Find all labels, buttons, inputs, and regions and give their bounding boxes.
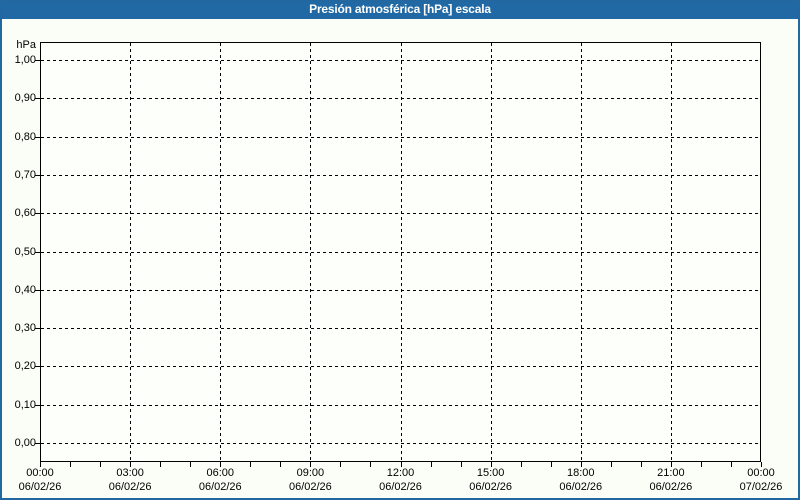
x-axis-date-label: 06/02/26 (456, 481, 526, 493)
x-axis-date-label: 07/02/26 (726, 481, 796, 493)
y-axis-tick-label: 0,00 (0, 437, 36, 449)
x-axis-date-label: 06/02/26 (95, 481, 165, 493)
x-axis-time-label: 09:00 (275, 467, 345, 479)
y-axis-unit-label: hPa (0, 39, 36, 51)
v-gridline (671, 43, 672, 461)
x-axis-time-label: 21:00 (636, 467, 706, 479)
x-axis-time-label: 00:00 (726, 467, 796, 479)
y-axis-tick-label: 0,10 (0, 399, 36, 411)
y-axis-tick-label: 0,30 (0, 322, 36, 334)
y-axis-tick-label: 0,60 (0, 207, 36, 219)
x-axis-time-label: 12:00 (366, 467, 436, 479)
x-axis-date-label: 06/02/26 (185, 481, 255, 493)
v-gridline (401, 43, 402, 461)
x-axis-time-label: 06:00 (185, 467, 255, 479)
plot-area (40, 42, 761, 462)
chart-title-bar: Presión atmosférica [hPa] escala (0, 0, 800, 19)
x-axis-date-label: 06/02/26 (5, 481, 75, 493)
y-axis-tick-label: 0,90 (0, 92, 36, 104)
x-axis-time-label: 15:00 (456, 467, 526, 479)
v-gridline (491, 43, 492, 461)
y-axis-tick-label: 1,00 (0, 54, 36, 66)
x-axis-date-label: 06/02/26 (366, 481, 436, 493)
x-axis-date-label: 06/02/26 (636, 481, 706, 493)
y-axis-tick-label: 0,70 (0, 169, 36, 181)
y-axis-tick-label: 0,80 (0, 131, 36, 143)
v-gridline (130, 43, 131, 461)
y-axis-tick-label: 0,20 (0, 360, 36, 372)
y-axis-tick-label: 0,40 (0, 284, 36, 296)
x-axis-date-label: 06/02/26 (275, 481, 345, 493)
v-gridline (220, 43, 221, 461)
x-axis-time-label: 03:00 (95, 467, 165, 479)
v-gridline (581, 43, 582, 461)
chart-window: Presión atmosférica [hPa] escala hPa 1,0… (0, 0, 800, 500)
chart-title: Presión atmosférica [hPa] escala (309, 2, 491, 16)
x-axis-time-label: 00:00 (5, 467, 75, 479)
x-axis-date-label: 06/02/26 (546, 481, 616, 493)
y-axis-tick-label: 0,50 (0, 246, 36, 258)
v-gridline (310, 43, 311, 461)
x-axis-time-label: 18:00 (546, 467, 616, 479)
